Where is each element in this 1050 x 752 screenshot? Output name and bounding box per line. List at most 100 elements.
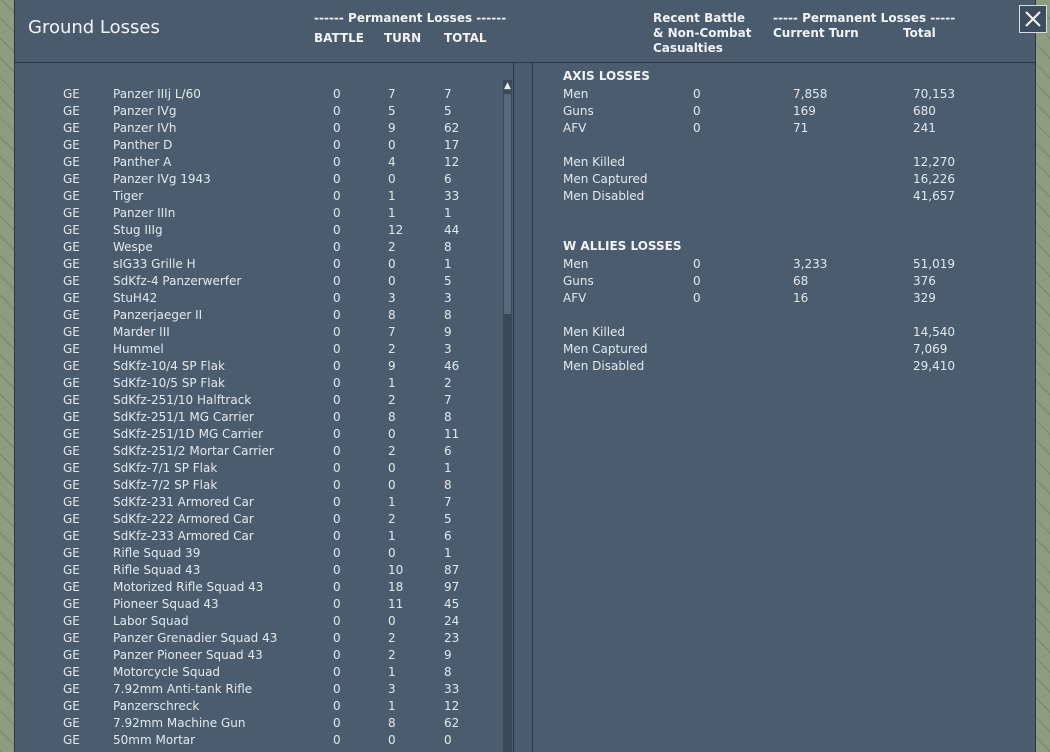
recent-casualties: 0 [693, 257, 701, 271]
unit-nationality: GE [63, 104, 80, 118]
loss-label: AFV [563, 291, 587, 305]
window-title: Ground Losses [28, 17, 160, 38]
unit-total-losses: 97 [444, 580, 460, 594]
unit-name: Marder III [113, 325, 170, 339]
unit-total-losses: 8 [444, 240, 452, 254]
table-row[interactable]: GE Panzer IVh 0 9 62 [15, 120, 513, 137]
unit-nationality: GE [63, 308, 80, 322]
unit-total-losses: 6 [444, 172, 452, 186]
table-row[interactable]: GE Panther D 0 0 17 [15, 137, 513, 154]
unit-battle-losses: 0 [333, 274, 341, 288]
unit-nationality: GE [63, 223, 80, 237]
table-row[interactable]: GE SdKfz-251/1D MG Carrier 0 0 11 [15, 426, 513, 443]
table-row[interactable]: GE Stug IIIg 0 12 44 [15, 222, 513, 239]
table-row[interactable]: GE Motorized Rifle Squad 43 0 18 97 [15, 579, 513, 596]
table-row[interactable]: GE Labor Squad 0 0 24 [15, 613, 513, 630]
unit-battle-losses: 0 [333, 155, 341, 169]
unit-battle-losses: 0 [333, 512, 341, 526]
unit-total-losses: 23 [444, 631, 460, 645]
table-row[interactable]: GE SdKfz-7/2 SP Flak 0 0 8 [15, 477, 513, 494]
unit-battle-losses: 0 [333, 665, 341, 679]
recent-casualties: 0 [693, 87, 701, 101]
detail-label: Men Killed [563, 325, 626, 339]
table-row[interactable]: GE Panzer Pioneer Squad 43 0 2 9 [15, 647, 513, 664]
unit-total-losses: 3 [444, 291, 452, 305]
table-row[interactable]: GE Panzer IVg 0 5 5 [15, 103, 513, 120]
table-row[interactable]: GE Pioneer Squad 43 0 11 45 [15, 596, 513, 613]
detail-total: 29,410 [913, 359, 955, 373]
detail-label: Men Killed [563, 155, 626, 169]
allies-loss-row: AFV 0 16 329 [533, 290, 1033, 307]
table-row[interactable]: GE Wespe 0 2 8 [15, 239, 513, 256]
table-row[interactable]: GE SdKfz-222 Armored Car 0 2 5 [15, 511, 513, 528]
table-row[interactable]: GE SdKfz-10/5 SP Flak 0 1 2 [15, 375, 513, 392]
table-row[interactable]: GE Tiger 0 1 33 [15, 188, 513, 205]
scroll-thumb[interactable] [504, 94, 511, 314]
unit-nationality: GE [63, 257, 80, 271]
unit-battle-losses: 0 [333, 291, 341, 305]
table-row[interactable]: GE Panzer IVg 1943 0 0 6 [15, 171, 513, 188]
table-row[interactable]: GE SdKfz-4 Panzerwerfer 0 0 5 [15, 273, 513, 290]
unit-nationality: GE [63, 121, 80, 135]
unit-turn-losses: 3 [388, 682, 396, 696]
unit-nationality: GE [63, 87, 80, 101]
table-row[interactable]: GE Panzer IIIn 0 1 1 [15, 205, 513, 222]
unit-turn-losses: 2 [388, 648, 396, 662]
table-row[interactable]: GE SdKfz-7/1 SP Flak 0 0 1 [15, 460, 513, 477]
unit-name: SdKfz-233 Armored Car [113, 529, 254, 543]
unit-battle-losses: 0 [333, 444, 341, 458]
table-row[interactable]: GE StuH42 0 3 3 [15, 290, 513, 307]
unit-total-losses: 44 [444, 223, 460, 237]
unit-total-losses: 45 [444, 597, 460, 611]
unit-battle-losses: 0 [333, 393, 341, 407]
unit-nationality: GE [63, 376, 80, 390]
table-row[interactable]: GE 7.92mm Machine Gun 0 8 62 [15, 715, 513, 732]
table-row[interactable]: GE SdKfz-251/2 Mortar Carrier 0 2 6 [15, 443, 513, 460]
table-row[interactable]: GE SdKfz-231 Armored Car 0 1 7 [15, 494, 513, 511]
unit-battle-losses: 0 [333, 546, 341, 560]
table-row[interactable]: GE Panzer Grenadier Squad 43 0 2 23 [15, 630, 513, 647]
unit-name: Panzer IVh [113, 121, 177, 135]
unit-battle-losses: 0 [333, 682, 341, 696]
table-row[interactable]: GE SdKfz-251/10 Halftrack 0 2 7 [15, 392, 513, 409]
unit-turn-losses: 1 [388, 206, 396, 220]
scroll-up-arrow-icon[interactable]: ▲ [503, 80, 512, 92]
unit-name: Labor Squad [113, 614, 189, 628]
unit-name: 7.92mm Machine Gun [113, 716, 246, 730]
unit-turn-losses: 1 [388, 495, 396, 509]
unit-nationality: GE [63, 614, 80, 628]
unit-nationality: GE [63, 682, 80, 696]
table-row[interactable]: GE Panther A 0 4 12 [15, 154, 513, 171]
unit-total-losses: 62 [444, 121, 460, 135]
table-row[interactable]: GE Marder III 0 7 9 [15, 324, 513, 341]
table-row[interactable]: GE Hummel 0 2 3 [15, 341, 513, 358]
close-button[interactable] [1019, 5, 1047, 33]
total-losses: 329 [913, 291, 936, 305]
unit-battle-losses: 0 [333, 240, 341, 254]
table-row[interactable]: GE Panzerschreck 0 1 12 [15, 698, 513, 715]
unit-list-scrollbar[interactable]: ▲ [503, 80, 512, 752]
unit-losses-list[interactable]: GE Panzer IIIj L/60 0 7 7 GE Panzer IVg 0 5 5 GE Pa… [15, 63, 514, 752]
table-row[interactable]: GE sIG33 Grille H 0 0 1 [15, 256, 513, 273]
table-row[interactable]: GE Rifle Squad 43 0 10 87 [15, 562, 513, 579]
table-row[interactable]: GE SdKfz-233 Armored Car 0 1 6 [15, 528, 513, 545]
table-row[interactable]: GE Motorcycle Squad 0 1 8 [15, 664, 513, 681]
table-row[interactable]: GE Panzer IIIj L/60 0 7 7 [15, 86, 513, 103]
table-row[interactable]: GE 7.92mm Anti-tank Rifle 0 3 33 [15, 681, 513, 698]
unit-turn-losses: 8 [388, 308, 396, 322]
unit-name: SdKfz-251/10 Halftrack [113, 393, 252, 407]
table-row[interactable]: GE Panzerjaeger II 0 8 8 [15, 307, 513, 324]
unit-battle-losses: 0 [333, 376, 341, 390]
table-row[interactable]: GE 50mm Mortar 0 0 0 [15, 732, 513, 749]
unit-nationality: GE [63, 665, 80, 679]
table-row[interactable]: GE SdKfz-251/1 MG Carrier 0 8 8 [15, 409, 513, 426]
table-row[interactable]: GE SdKfz-10/4 SP Flak 0 9 46 [15, 358, 513, 375]
unit-turn-losses: 8 [388, 410, 396, 424]
allies-losses-title: W ALLIES LOSSES [563, 239, 682, 253]
loss-label: Men [563, 87, 589, 101]
unit-turn-losses: 2 [388, 240, 396, 254]
axis-detail-row: Men Killed 12,270 [533, 154, 1033, 171]
table-row[interactable]: GE Rifle Squad 39 0 0 1 [15, 545, 513, 562]
unit-nationality: GE [63, 580, 80, 594]
unit-battle-losses: 0 [333, 308, 341, 322]
